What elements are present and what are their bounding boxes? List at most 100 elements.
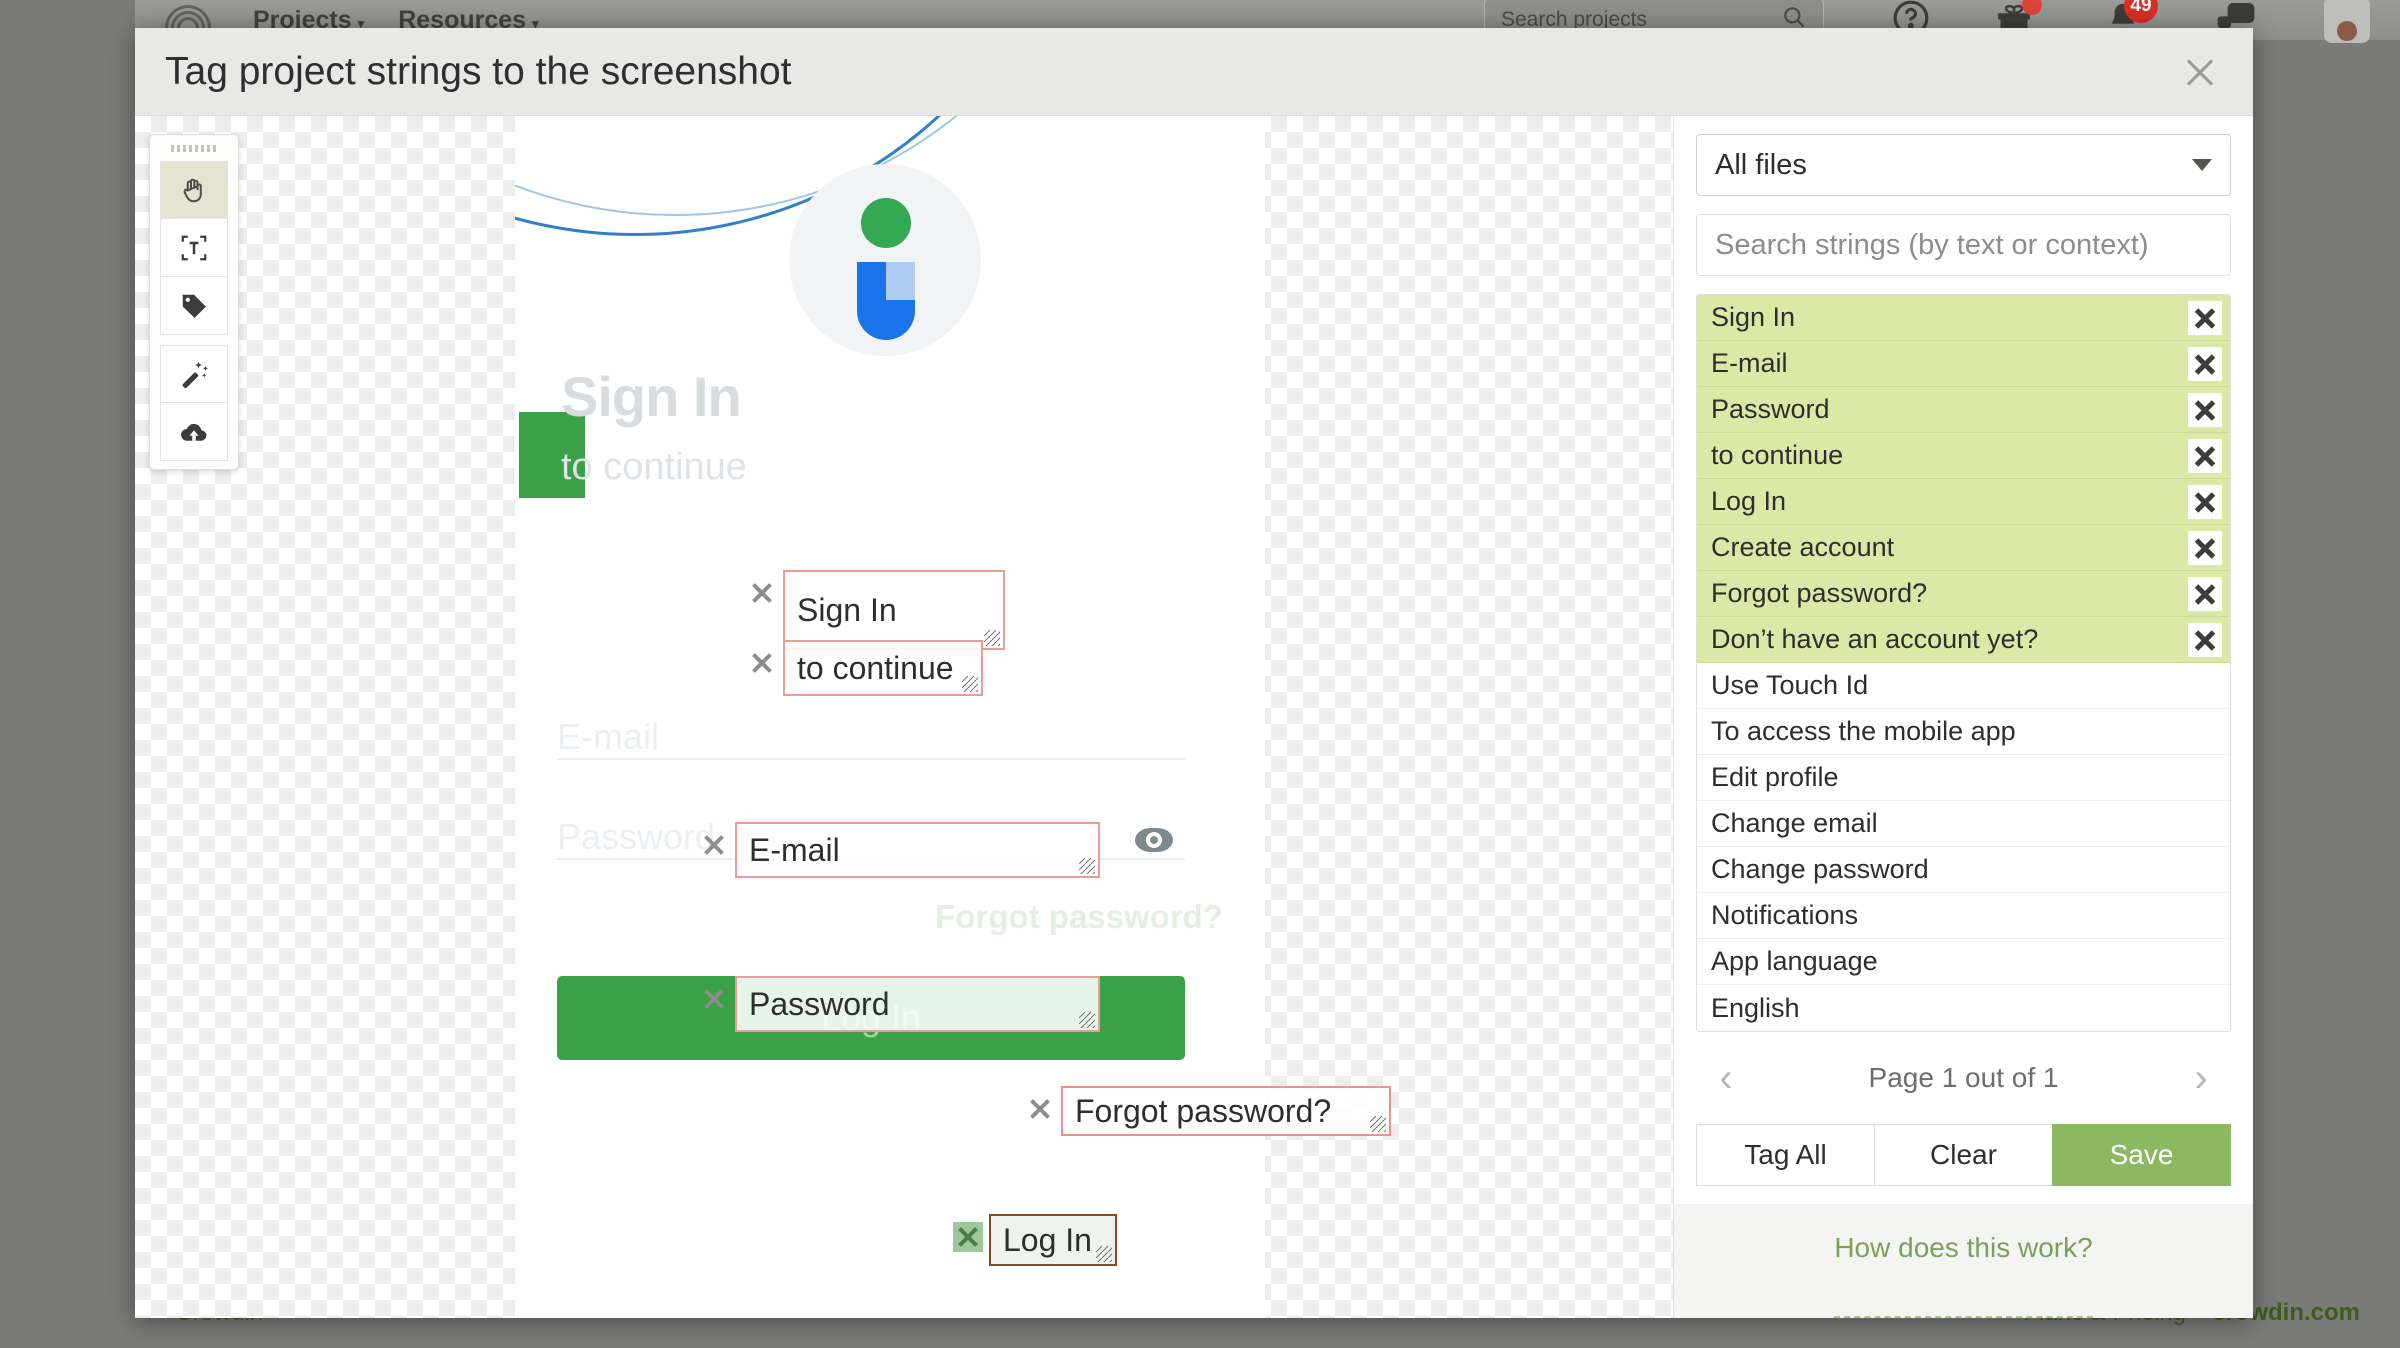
untag-string-icon[interactable] (2188, 484, 2222, 519)
chevron-left-icon[interactable]: ‹ (1696, 1056, 1756, 1101)
chevron-down-icon (2192, 159, 2212, 171)
string-list-item-label: Forgot password? (1711, 578, 1928, 608)
hand-tool-icon[interactable] (160, 161, 228, 219)
string-list-item-label: Notifications (1711, 900, 1859, 930)
string-tag-box[interactable]: Sign In (783, 570, 1005, 650)
untag-string-icon[interactable] (2188, 300, 2222, 335)
mock-email-placeholder: E-mail (557, 716, 660, 757)
string-list-item-label: Change email (1711, 808, 1878, 838)
how-does-this-work-link[interactable]: How does this work? (1834, 1232, 2093, 1318)
close-icon[interactable] (2177, 49, 2223, 95)
remove-tag-icon[interactable] (699, 984, 729, 1014)
string-list-item[interactable]: Create account (1697, 525, 2230, 571)
string-list-item-label: App language (1711, 946, 1878, 976)
remove-tag-icon[interactable] (953, 1222, 983, 1252)
string-list-item[interactable]: Use Touch Id (1697, 663, 2230, 709)
eye-icon[interactable] (1135, 828, 1173, 852)
string-list-item[interactable]: Forgot password? (1697, 571, 2230, 617)
string-list-item[interactable]: Password (1697, 387, 2230, 433)
remove-tag-icon[interactable] (1025, 1094, 1055, 1124)
string-tag[interactable]: Forgot password? (1025, 1086, 1391, 1136)
resize-grip-icon[interactable] (1370, 1116, 1386, 1132)
magic-wand-tool-icon[interactable] (160, 345, 228, 403)
string-tag-label: Log In (1003, 1221, 1092, 1258)
screenshot-canvas[interactable]: Sign In to continue E-mail Password Forg… (135, 116, 1673, 1318)
file-filter-select[interactable]: All files (1696, 134, 2231, 196)
string-list-item[interactable]: To access the mobile app (1697, 709, 2230, 755)
screenshot-image: Sign In to continue E-mail Password Forg… (515, 116, 1265, 1318)
string-tag-box[interactable]: E-mail (735, 822, 1100, 878)
tag-strings-dialog: Tag project strings to the screenshot Si… (135, 28, 2253, 1318)
string-tag-label: Sign In (797, 591, 897, 628)
resize-grip-icon[interactable] (1096, 1246, 1112, 1262)
untag-string-icon[interactable] (2188, 530, 2222, 565)
text-select-tool-icon[interactable] (160, 219, 228, 277)
string-list-item[interactable]: to continue (1697, 433, 2230, 479)
string-list-item[interactable]: E-mail (1697, 341, 2230, 387)
resize-grip-icon[interactable] (962, 676, 978, 692)
string-tag[interactable]: Log In (953, 1214, 1117, 1266)
string-tag[interactable]: to continue (747, 640, 983, 696)
string-list-item[interactable]: Change email (1697, 801, 2230, 847)
string-list-item[interactable]: Change password (1697, 847, 2230, 893)
remove-tag-icon[interactable] (699, 830, 729, 860)
mock-email-field[interactable]: E-mail (557, 716, 1185, 760)
mock-subheading: to continue (561, 446, 747, 488)
cloud-upload-icon[interactable] (160, 403, 228, 461)
string-list-item[interactable]: Edit profile (1697, 755, 2230, 801)
panel-actions: Tag All Clear Save (1696, 1124, 2231, 1186)
untag-string-icon[interactable] (2188, 622, 2222, 657)
remove-tag-icon[interactable] (747, 578, 777, 608)
string-tag[interactable]: E-mail (699, 822, 1100, 878)
mock-forgot-password-link[interactable]: Forgot password? (935, 898, 1223, 936)
untag-string-icon[interactable] (2188, 438, 2222, 473)
string-list-item-label: Don’t have an account yet? (1711, 624, 2039, 654)
string-list-item[interactable]: Log In (1697, 479, 2230, 525)
untag-string-icon[interactable] (2188, 346, 2222, 381)
string-list-item-label: Use Touch Id (1711, 670, 1869, 700)
string-tag[interactable]: Sign In (747, 570, 1005, 650)
file-filter-value: All files (1715, 148, 1807, 181)
resize-grip-icon[interactable] (984, 630, 1000, 646)
string-list-item[interactable]: App language (1697, 939, 2230, 985)
chevron-right-icon[interactable]: › (2171, 1056, 2231, 1101)
untag-string-icon[interactable] (2188, 392, 2222, 427)
tool-palette[interactable] (149, 134, 239, 470)
string-list-item[interactable]: Notifications (1697, 893, 2230, 939)
string-list-item[interactable]: Don’t have an account yet? (1697, 617, 2230, 663)
string-list-item-label: Change password (1711, 854, 1929, 884)
pagination: ‹ Page 1 out of 1 › (1696, 1032, 2231, 1124)
string-tag[interactable]: Password (699, 976, 1100, 1032)
search-strings-input[interactable]: Search strings (by text or context) (1696, 214, 2231, 276)
string-tag-box[interactable]: Forgot password? (1061, 1086, 1391, 1136)
clear-button[interactable]: Clear (1874, 1124, 2053, 1186)
tag-all-button[interactable]: Tag All (1696, 1124, 1875, 1186)
dialog-header: Tag project strings to the screenshot (135, 28, 2253, 116)
panel-footer: How does this work? (1674, 1204, 2253, 1318)
string-tag-box[interactable]: to continue (783, 640, 983, 696)
string-list-item[interactable]: English (1697, 985, 2230, 1031)
string-tag-label: Forgot password? (1075, 1092, 1332, 1129)
strings-list[interactable]: Sign In E-mail Password to continue Log In Cr… (1696, 294, 2231, 1032)
mock-password-placeholder: Password (557, 816, 716, 857)
string-list-item-label: Password (1711, 394, 1830, 424)
avatar[interactable] (2324, 0, 2370, 43)
string-list-item[interactable]: Sign In (1697, 295, 2230, 341)
remove-tag-icon[interactable] (747, 648, 777, 678)
untag-string-icon[interactable] (2188, 576, 2222, 611)
save-button[interactable]: Save (2052, 1124, 2231, 1186)
string-list-item-label: E-mail (1711, 348, 1788, 378)
string-tag-box[interactable]: Log In (989, 1214, 1117, 1266)
tag-tool-icon[interactable] (160, 277, 228, 335)
string-tag-box[interactable]: Password (735, 976, 1100, 1032)
string-tag-label: Password (749, 985, 890, 1022)
string-list-item-label: Edit profile (1711, 762, 1839, 792)
resize-grip-icon[interactable] (1079, 858, 1095, 874)
string-list-item-label: To access the mobile app (1711, 716, 2016, 746)
page-indicator: Page 1 out of 1 (1868, 1062, 2059, 1093)
resize-grip-icon[interactable] (1079, 1012, 1095, 1028)
drag-handle[interactable] (150, 135, 238, 161)
page-title: Tag project strings to the screenshot (165, 49, 792, 93)
dialog-body: Sign In to continue E-mail Password Forg… (135, 116, 2253, 1318)
string-list-item-label: to continue (1711, 440, 1844, 470)
